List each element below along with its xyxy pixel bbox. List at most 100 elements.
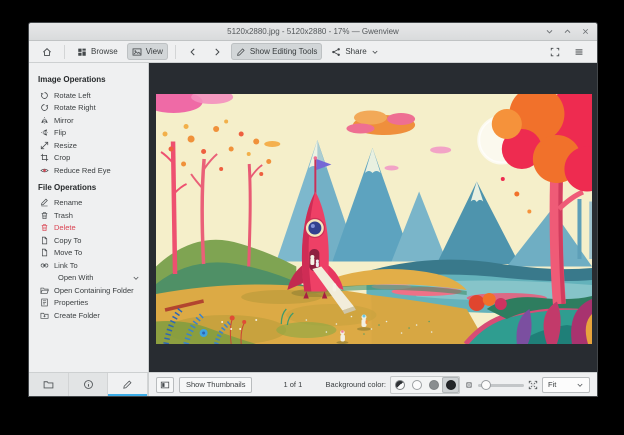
maximize-icon[interactable] xyxy=(563,27,572,36)
gray-swatch-icon xyxy=(428,379,439,390)
item-label: Create Folder xyxy=(54,310,100,320)
mirror-icon xyxy=(40,116,49,125)
pencil-icon xyxy=(122,379,133,390)
sidebar-item-move-to[interactable]: Move To xyxy=(29,247,148,260)
item-label: Mirror xyxy=(54,115,74,125)
chevron-right-icon xyxy=(212,47,222,57)
sidebar-item-rotate-right[interactable]: Rotate Right xyxy=(29,102,148,115)
sidebar-item-link-to[interactable]: Link To xyxy=(29,259,148,272)
chevron-down-icon xyxy=(371,48,379,56)
swatch-white[interactable] xyxy=(408,377,425,393)
item-label: Rotate Left xyxy=(54,90,91,100)
minimize-icon[interactable] xyxy=(545,27,554,36)
chevron-down-icon xyxy=(576,381,584,389)
swatch-black[interactable] xyxy=(442,376,459,393)
hamburger-menu-button[interactable] xyxy=(569,43,589,60)
pencil-icon xyxy=(236,47,246,57)
swatch-auto[interactable] xyxy=(391,377,408,393)
browse-button[interactable]: Browse xyxy=(72,43,123,60)
background-color-label: Background color: xyxy=(325,380,386,389)
zoom-in-icon[interactable] xyxy=(528,380,538,390)
toolbar-separator xyxy=(64,44,65,59)
sidebar-tabs xyxy=(29,373,149,396)
sidebar-item-trash[interactable]: Trash xyxy=(29,209,148,222)
toolbar: Browse View Show Editing Tools Share xyxy=(29,41,597,63)
white-swatch-icon xyxy=(411,379,422,390)
share-label: Share xyxy=(345,47,367,56)
forward-button[interactable] xyxy=(207,43,227,60)
swatch-gray[interactable] xyxy=(425,377,442,393)
sidebar-item-flip[interactable]: Flip xyxy=(29,127,148,140)
image-viewer[interactable] xyxy=(149,63,597,372)
fullscreen-icon xyxy=(550,47,560,57)
rename-icon xyxy=(40,198,49,207)
close-icon[interactable] xyxy=(581,27,590,36)
chevron-left-icon xyxy=(188,47,198,57)
tab-folders[interactable] xyxy=(29,373,69,396)
zoom-slider-handle[interactable] xyxy=(481,379,491,390)
sidebar-item-rotate-left[interactable]: Rotate Left xyxy=(29,89,148,102)
displayed-image-rocket-illustration xyxy=(156,94,592,344)
item-label: Rename xyxy=(54,198,83,208)
item-label: Delete xyxy=(54,223,76,233)
move-document-icon xyxy=(40,248,49,257)
view-label: View xyxy=(145,47,163,56)
statusbar-right-group: Background color: Fit xyxy=(325,375,590,394)
show-editing-tools-label: Show Editing Tools xyxy=(249,47,318,56)
sidebar-item-open-containing-folder[interactable]: Open Containing Folder xyxy=(29,284,148,297)
bottom-bar: Show Thumbnails 1 of 1 Background color: xyxy=(29,372,597,396)
trash-icon xyxy=(40,211,49,220)
home-button[interactable] xyxy=(37,43,57,60)
item-label: Move To xyxy=(54,248,83,258)
sidebar-item-delete[interactable]: Delete xyxy=(29,222,148,235)
delete-trash-icon xyxy=(40,223,49,232)
sidebar-item-rename[interactable]: Rename xyxy=(29,197,148,210)
zoom-mode-dropdown[interactable]: Fit xyxy=(542,376,590,393)
link-icon xyxy=(40,261,49,270)
item-label: Link To xyxy=(54,260,78,270)
chevron-down-icon xyxy=(132,274,140,282)
red-eye-icon xyxy=(40,166,49,175)
gwenview-window: 5120x2880.jpg - 5120x2880 - 17% — Gwenvi… xyxy=(28,22,598,397)
sidebar-item-copy-to[interactable]: Copy To xyxy=(29,234,148,247)
sidebar-item-resize[interactable]: Resize xyxy=(29,139,148,152)
sidebar-item-mirror[interactable]: Mirror xyxy=(29,114,148,127)
item-label: Properties xyxy=(54,298,89,308)
fullscreen-button[interactable] xyxy=(545,43,565,60)
share-button[interactable]: Share xyxy=(326,43,383,60)
sidebar-item-crop[interactable]: Crop xyxy=(29,152,148,165)
show-editing-tools-button[interactable]: Show Editing Tools xyxy=(230,43,323,60)
sidebar-item-create-folder[interactable]: Create Folder xyxy=(29,309,148,322)
tab-operations[interactable] xyxy=(108,373,149,396)
info-icon xyxy=(83,379,94,390)
item-label: Trash xyxy=(54,210,73,220)
resize-icon xyxy=(40,141,49,150)
sidebar-item-reduce-red-eye[interactable]: Reduce Red Eye xyxy=(29,164,148,177)
folder-icon xyxy=(43,379,54,390)
zoom-mode-value: Fit xyxy=(548,380,557,389)
crop-icon xyxy=(40,153,49,162)
home-icon xyxy=(42,47,52,57)
open-folder-icon xyxy=(40,286,49,295)
view-button[interactable]: View xyxy=(126,43,168,60)
rotate-right-icon xyxy=(40,103,49,112)
back-button[interactable] xyxy=(183,43,203,60)
tab-information[interactable] xyxy=(69,373,109,396)
copy-document-icon xyxy=(40,236,49,245)
hamburger-menu-icon xyxy=(574,47,584,57)
window-controls xyxy=(545,23,590,40)
show-thumbnails-label: Show Thumbnails xyxy=(186,380,246,389)
sidebar-item-properties[interactable]: Properties xyxy=(29,297,148,310)
show-thumbnails-button[interactable]: Show Thumbnails xyxy=(179,376,253,393)
thumbnail-bar-icon xyxy=(160,380,170,390)
window-title: 5120x2880.jpg - 5120x2880 - 17% — Gwenvi… xyxy=(227,27,399,36)
zoom-slider[interactable] xyxy=(478,378,524,392)
section-title-image-operations: Image Operations xyxy=(38,75,106,84)
titlebar[interactable]: 5120x2880.jpg - 5120x2880 - 17% — Gwenvi… xyxy=(29,23,597,41)
open-with-dropdown[interactable]: Open With xyxy=(29,272,148,285)
browse-grid-icon xyxy=(77,47,87,57)
section-title-file-operations: File Operations xyxy=(38,182,97,192)
zoom-out-icon[interactable] xyxy=(464,380,474,390)
thumbnail-bar-toggle-button[interactable] xyxy=(156,376,174,393)
open-with-label: Open With xyxy=(58,273,94,283)
